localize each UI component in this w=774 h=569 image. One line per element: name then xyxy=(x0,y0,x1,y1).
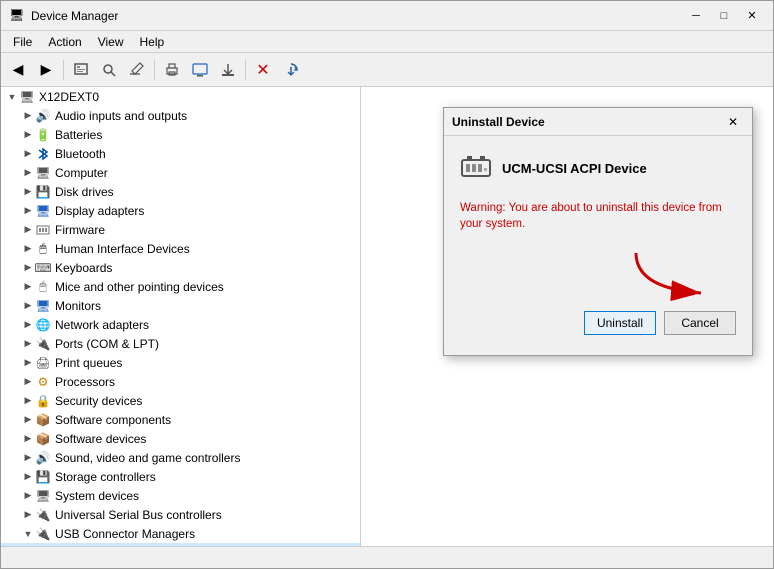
toolbar-properties[interactable] xyxy=(68,57,94,83)
toolbar-forward[interactable]: ▶ xyxy=(33,57,59,83)
toolbar-edit[interactable] xyxy=(124,57,150,83)
dialog-title-text: Uninstall Device xyxy=(452,115,722,129)
menu-bar: File Action View Help xyxy=(1,31,773,53)
app-icon: 🖥 xyxy=(9,8,25,24)
status-bar xyxy=(1,546,773,568)
toolbar-monitor[interactable] xyxy=(187,57,213,83)
toolbar-back[interactable]: ◀ xyxy=(5,57,31,83)
red-arrow-svg xyxy=(626,248,726,303)
toolbar-sep-3 xyxy=(245,60,246,80)
uninstall-button[interactable]: Uninstall xyxy=(584,311,656,335)
main-content: ▼ 🖥 X12DEXT0 ▶ 🔊 Audio inputs and output… xyxy=(1,87,773,546)
device-manager-window: 🖥 Device Manager ─ □ ✕ File Action View … xyxy=(0,0,774,569)
dialog-warning: Warning: You are about to uninstall this… xyxy=(460,200,736,232)
menu-view[interactable]: View xyxy=(90,33,132,51)
toolbar-sep-2 xyxy=(154,60,155,80)
dialog-device-row: UCM-UCSI ACPI Device xyxy=(460,152,736,184)
menu-action[interactable]: Action xyxy=(40,33,89,51)
toolbar-print[interactable] xyxy=(159,57,185,83)
title-bar-controls: ─ □ ✕ xyxy=(683,6,765,26)
dialog-arrow-area xyxy=(460,248,736,303)
close-button[interactable]: ✕ xyxy=(739,6,765,26)
dialog-close-button[interactable]: ✕ xyxy=(722,113,744,131)
dialog-title-bar: Uninstall Device ✕ xyxy=(444,108,752,136)
toolbar-scan[interactable] xyxy=(96,57,122,83)
dialog-body: UCM-UCSI ACPI Device Warning: You are ab… xyxy=(444,136,752,355)
uninstall-dialog: Uninstall Device ✕ xyxy=(443,107,753,356)
toolbar-delete[interactable]: ✕ xyxy=(250,57,276,83)
cancel-button[interactable]: Cancel xyxy=(664,311,736,335)
title-bar: 🖥 Device Manager ─ □ ✕ xyxy=(1,1,773,31)
dialog-buttons: Uninstall Cancel xyxy=(460,311,736,339)
toolbar-update[interactable] xyxy=(278,57,304,83)
toolbar-sep-1 xyxy=(63,60,64,80)
dialog-device-name: UCM-UCSI ACPI Device xyxy=(502,161,647,176)
toolbar-download[interactable] xyxy=(215,57,241,83)
minimize-button[interactable]: ─ xyxy=(683,6,709,26)
menu-help[interactable]: Help xyxy=(132,33,173,51)
dialog-overlay: Uninstall Device ✕ xyxy=(1,87,773,546)
toolbar: ◀ ▶ xyxy=(1,53,773,87)
menu-file[interactable]: File xyxy=(5,33,40,51)
title-bar-text: Device Manager xyxy=(31,9,683,23)
dialog-device-icon xyxy=(460,152,492,184)
maximize-button[interactable]: □ xyxy=(711,6,737,26)
